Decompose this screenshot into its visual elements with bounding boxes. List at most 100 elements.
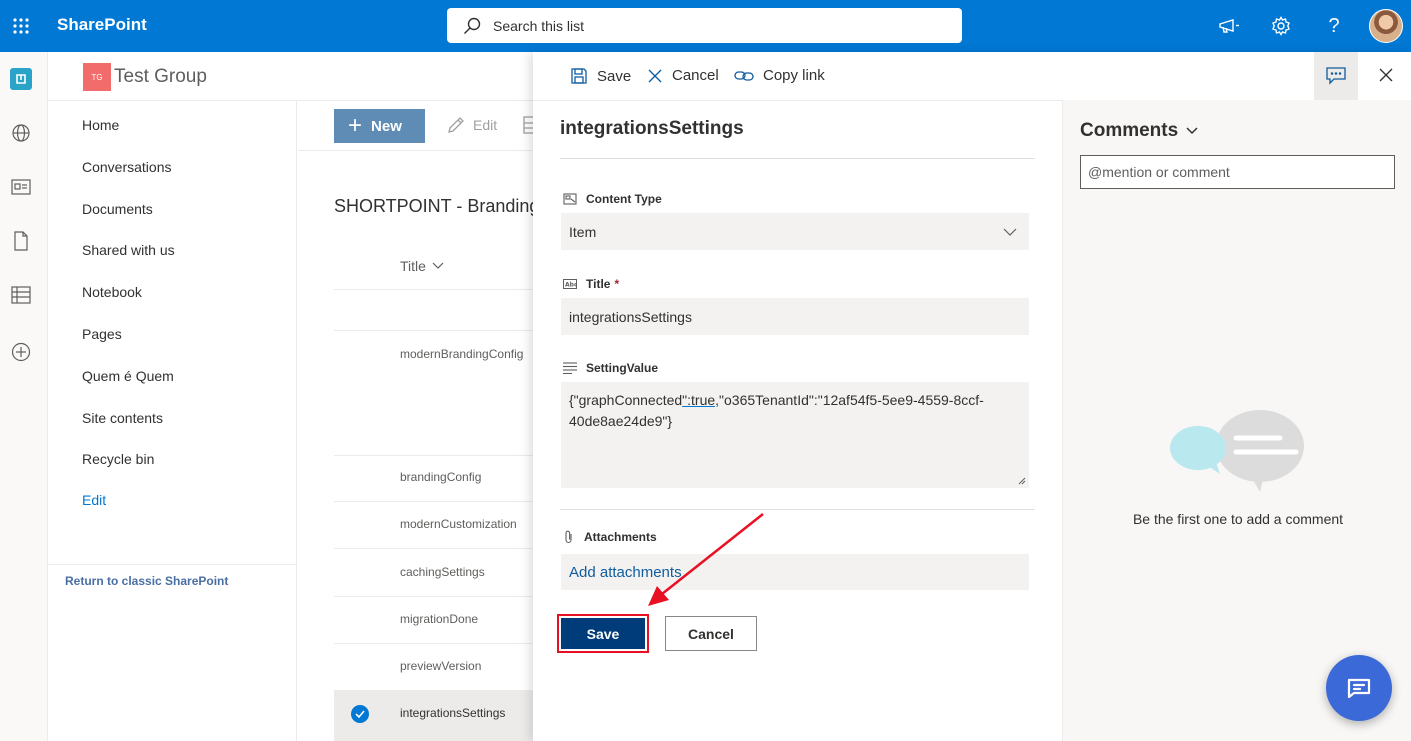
table-row[interactable]: modernBrandingConfig [400, 347, 533, 361]
chat-icon [1347, 678, 1371, 699]
row-divider [334, 643, 533, 644]
table-row[interactable]: migrationDone [400, 612, 533, 626]
checkmark-icon[interactable] [351, 705, 369, 723]
list-icon[interactable] [10, 284, 32, 306]
close-icon [648, 69, 662, 82]
panel-save-label: Save [597, 67, 632, 85]
megaphone-icon[interactable] [1217, 14, 1241, 38]
row-divider [334, 455, 533, 456]
help-icon[interactable]: ? [1322, 14, 1346, 38]
table-row[interactable]: brandingConfig [400, 470, 533, 484]
form-divider [560, 509, 1035, 510]
close-panel-icon[interactable] [1374, 63, 1398, 87]
suite-bar: SharePoint Search this list ? [0, 0, 1411, 52]
list-title: SHORTPOINT - Branding [334, 196, 533, 216]
news-icon[interactable] [10, 176, 32, 198]
text-field-icon: Abc [563, 279, 577, 289]
avatar[interactable] [1369, 9, 1403, 43]
return-to-classic-link[interactable]: Return to classic SharePoint [65, 574, 228, 588]
row-divider [334, 501, 533, 502]
panel-save-button[interactable]: Save [570, 67, 631, 85]
nav-item-shared-with-us[interactable]: Shared with us [82, 242, 175, 258]
nav-edit-link[interactable]: Edit [82, 492, 106, 508]
edit-command-label: Edit [473, 117, 498, 133]
add-circle-icon[interactable] [10, 341, 32, 363]
panel-cancel-label: Cancel [672, 67, 719, 84]
nav-item-recycle-bin[interactable]: Recycle bin [82, 451, 154, 467]
save-button[interactable]: Save [561, 618, 645, 649]
setting-value-text-1: {"graphConnected [569, 392, 683, 408]
form-title: integrationsSettings [560, 118, 744, 139]
site-title[interactable]: Test Group [114, 66, 207, 88]
required-marker: * [614, 277, 620, 291]
row-divider [334, 289, 533, 290]
new-button-label: New [371, 117, 402, 135]
new-button[interactable]: + New [334, 109, 425, 143]
table-row[interactable]: previewVersion [400, 659, 533, 673]
nav-item-quem-e-quem[interactable]: Quem é Quem [82, 368, 174, 384]
column-header-label: Title [400, 258, 426, 274]
row-divider [334, 548, 533, 549]
nav-item-pages[interactable]: Pages [82, 326, 122, 342]
content-type-icon [563, 193, 577, 205]
resize-handle-icon[interactable] [1018, 477, 1026, 485]
left-navigation: Home Conversations Documents Shared with… [48, 101, 297, 741]
search-icon [464, 17, 481, 34]
nav-divider [48, 564, 297, 565]
row-divider [334, 330, 533, 331]
title-input-value: integrationsSettings [569, 308, 692, 325]
table-row[interactable]: modernCustomization [400, 517, 533, 531]
plus-icon: + [348, 112, 363, 139]
comment-input[interactable]: @mention or comment [1080, 155, 1395, 189]
save-button-highlight: Save [557, 614, 649, 653]
chevron-down-icon [1003, 228, 1017, 236]
nav-item-home[interactable]: Home [82, 117, 119, 133]
globe-icon[interactable] [10, 122, 32, 144]
paperclip-icon [565, 530, 572, 544]
attachments-label: Attachments [563, 530, 657, 544]
chevron-down-icon [432, 262, 444, 269]
title-input[interactable]: integrationsSettings [561, 298, 1029, 335]
copy-link-label: Copy link [763, 67, 825, 84]
nav-item-site-contents[interactable]: Site contents [82, 410, 163, 426]
title-field-label: Abc Title * [563, 277, 620, 291]
row-divider [334, 596, 533, 597]
save-icon [571, 68, 587, 84]
app-name[interactable]: SharePoint [57, 15, 147, 35]
site-logo[interactable]: TG [83, 63, 111, 91]
comment-input-placeholder: @mention or comment [1088, 164, 1230, 180]
chevron-down-icon [1186, 127, 1198, 135]
chat-widget-button[interactable] [1326, 655, 1392, 721]
cancel-button[interactable]: Cancel [665, 616, 757, 651]
form-divider [560, 158, 1035, 159]
app-launcher-icon[interactable] [0, 0, 42, 52]
column-header-title[interactable]: Title [400, 258, 444, 274]
content-type-dropdown[interactable]: Item [561, 213, 1029, 250]
setting-value-label: SettingValue [563, 361, 658, 375]
nav-item-conversations[interactable]: Conversations [82, 159, 172, 175]
commandbar-divider [298, 150, 533, 151]
setting-value-text-2: ":true, [682, 392, 720, 408]
copy-link-button[interactable]: Copy link [734, 67, 825, 84]
link-icon [734, 70, 754, 81]
setting-value-textarea[interactable]: {"graphConnected":true,"o365TenantId":"1… [561, 382, 1029, 488]
file-icon[interactable] [10, 230, 32, 252]
comments-toggle-button[interactable] [1314, 52, 1358, 100]
app-bar [0, 52, 48, 741]
panel-cancel-button[interactable]: Cancel [647, 67, 719, 84]
add-attachments-label: Add attachments [569, 563, 682, 581]
table-row[interactable]: cachingSettings [400, 565, 533, 579]
nav-item-documents[interactable]: Documents [82, 201, 153, 217]
add-attachments-link[interactable]: Add attachments [561, 554, 1029, 590]
edit-command[interactable]: Edit [447, 116, 497, 134]
search-placeholder: Search this list [493, 17, 585, 34]
nav-item-notebook[interactable]: Notebook [82, 284, 142, 300]
sharepoint-home-icon[interactable] [10, 68, 32, 90]
comments-title[interactable]: Comments [1080, 120, 1198, 142]
panel-header-divider [533, 100, 1062, 101]
table-row[interactable]: integrationsSettings [400, 706, 533, 720]
content-type-label: Content Type [563, 192, 662, 206]
pencil-icon [448, 117, 464, 133]
gear-icon[interactable] [1269, 14, 1293, 38]
search-box[interactable]: Search this list [447, 8, 962, 43]
